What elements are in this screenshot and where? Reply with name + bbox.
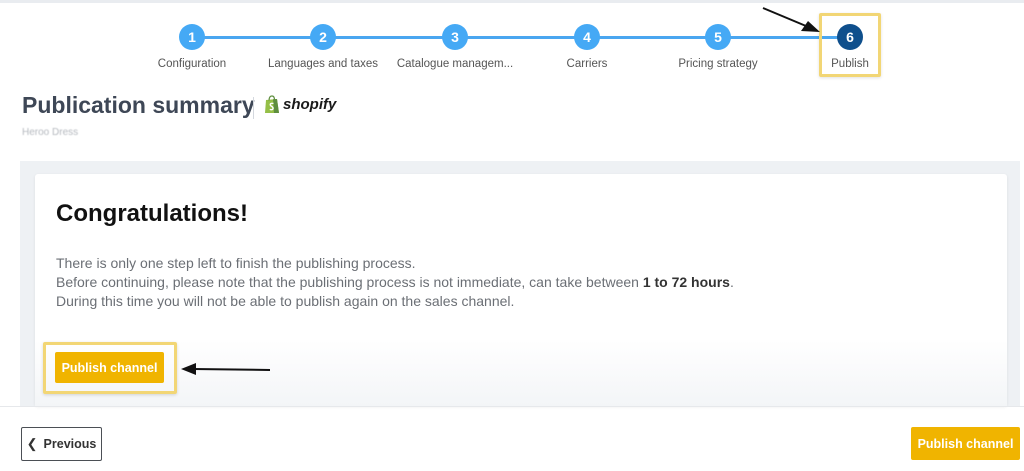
footer-divider	[0, 406, 1024, 407]
previous-button[interactable]: ❮ Previous	[21, 427, 102, 461]
footer-publish-channel-button[interactable]: Publish channel	[911, 427, 1020, 460]
annotation-arrow-icon	[181, 363, 271, 375]
previous-button-label: Previous	[43, 437, 97, 451]
chevron-left-icon: ❮	[26, 436, 38, 451]
